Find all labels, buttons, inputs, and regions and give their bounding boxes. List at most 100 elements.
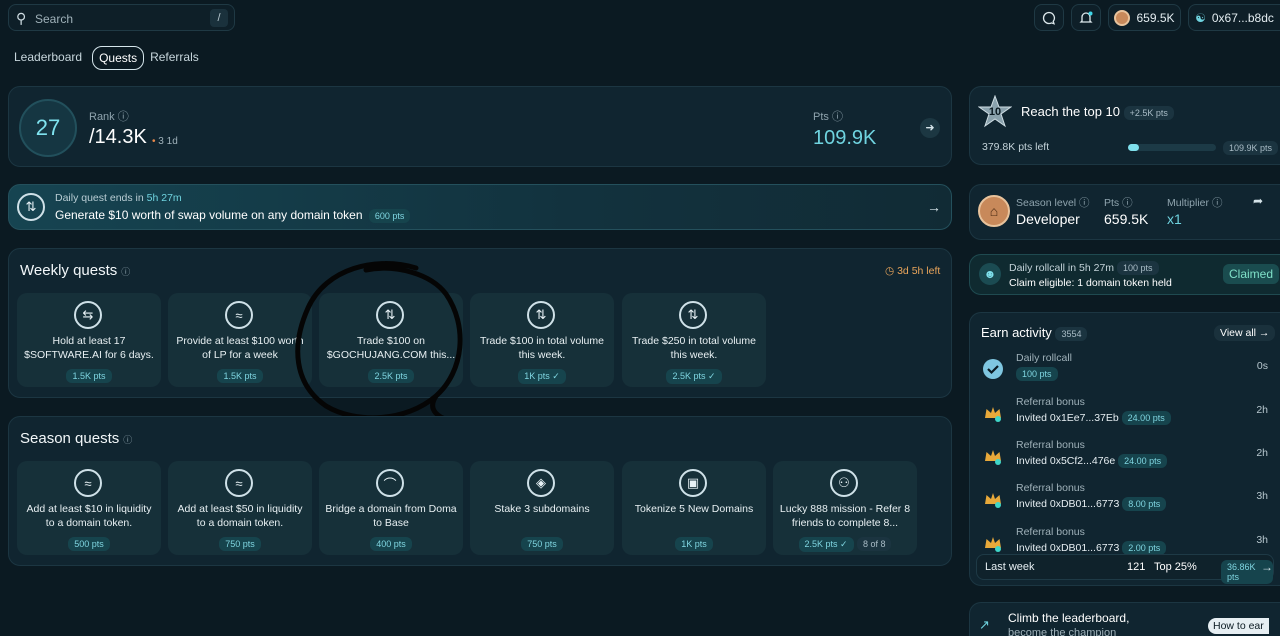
- users-icon: ⚇: [830, 469, 858, 497]
- daily-quest-title-text: Generate $10 worth of swap volume on any…: [55, 208, 363, 222]
- activity-pts: 100 pts: [1016, 367, 1058, 381]
- multiplier-label: Multiplier ⓘ: [1167, 195, 1222, 210]
- season-quest-tile[interactable]: ◈ Stake 3 subdomains 750 pts: [470, 461, 614, 555]
- earn-activity-count: 3554: [1055, 327, 1088, 341]
- top10-title: Reach the top 10 +2.5K pts: [1021, 104, 1174, 120]
- season-quest-tile[interactable]: ⌒ Bridge a domain from Doma to Base 400 …: [319, 461, 463, 555]
- liquidity-waves-icon: ≈: [225, 301, 253, 329]
- quest-pts: 2.5K pts ✓: [798, 537, 854, 552]
- bridge-icon: ⌒: [376, 469, 404, 497]
- quest-pts: 400 pts: [370, 537, 412, 551]
- tab-quests[interactable]: Quests: [92, 46, 145, 70]
- arrow-right-icon: →: [927, 199, 941, 215]
- balance-button[interactable]: 659.5K: [1108, 4, 1181, 31]
- weekly-quest-tile[interactable]: ⇅ Trade $250 in total volume this week. …: [622, 293, 766, 387]
- rank-change-dot: •: [152, 136, 156, 147]
- search-shortcut: /: [210, 9, 228, 27]
- quest-pts: 2.5K pts ✓: [666, 369, 722, 384]
- top10-pts-left: 379.8K pts left: [982, 141, 1050, 153]
- last-week-summary[interactable]: Last week 121 Top 25% 36.86K pts →: [976, 554, 1274, 584]
- tab-referrals[interactable]: Referrals: [148, 46, 205, 70]
- wallet-address: 0x67...b8dc: [1211, 10, 1274, 25]
- avatar-coin-icon: [1114, 9, 1131, 26]
- developer-house-icon: ⌂: [978, 195, 1010, 227]
- share-icon[interactable]: ➦: [1253, 194, 1263, 208]
- view-all-button[interactable]: View all →: [1214, 325, 1276, 341]
- season-pts-value: 659.5K: [1104, 211, 1149, 227]
- activity-pts: 8.00 pts: [1122, 497, 1167, 511]
- daily-quest-title: Generate $10 worth of swap volume on any…: [55, 208, 411, 223]
- quest-title: Lucky 888 mission - Refer 8 friends to c…: [779, 503, 911, 529]
- activity-row[interactable]: Referral bonus Invited 0xDB01...6773 2.0…: [978, 526, 1274, 554]
- earn-activity-title-text: Earn activity: [981, 325, 1052, 340]
- wallet-button[interactable]: ☯ 0x67...b8dc: [1188, 4, 1280, 31]
- activity-time: 2h: [1256, 447, 1268, 459]
- activity-time: 2h: [1256, 404, 1268, 416]
- info-icon: ⓘ: [831, 111, 843, 123]
- rank-change: • 3 1d: [152, 136, 178, 147]
- activity-detail: Invited 0xDB01...6773 2.00 pts: [1016, 541, 1167, 554]
- activity-detail-text: Invited 0xDB01...6773: [1016, 498, 1120, 510]
- pts-label: Pts ⓘ: [813, 108, 843, 124]
- chat-button[interactable]: [1034, 4, 1064, 31]
- activity-time: 3h: [1256, 490, 1268, 502]
- quest-pts-wrap: 750 pts: [168, 536, 312, 551]
- quest-title: Bridge a domain from Doma to Base: [325, 503, 457, 529]
- rollcall-prefix: Daily rollcall in: [1009, 262, 1077, 274]
- season-quest-tile[interactable]: ≈ Add at least $50 in liquidity to a dom…: [168, 461, 312, 555]
- search-placeholder: Search: [35, 12, 74, 26]
- quest-pts-wrap: 2.5K pts ✓: [622, 368, 766, 384]
- activity-category: Referral bonus: [1016, 482, 1085, 494]
- notifications-button[interactable]: [1071, 4, 1101, 31]
- daily-quest-banner[interactable]: ⇅ Daily quest ends in 5h 27m Generate $1…: [8, 184, 952, 230]
- activity-row[interactable]: Referral bonus Invited 0x5Cf2...476e 24.…: [978, 439, 1274, 479]
- daily-quest-ends-time: 5h 27m: [146, 192, 182, 204]
- activity-detail: Invited 0x5Cf2...476e 24.00 pts: [1016, 454, 1168, 468]
- quest-pts: 750 pts: [219, 537, 261, 551]
- chat-icon: [1042, 11, 1056, 25]
- weekly-time-left: ◷ 3d 5h left: [885, 265, 940, 277]
- star-badge-number: 10: [988, 106, 1002, 118]
- activity-detail: Invited 0x1Ee7...37Eb 24.00 pts: [1016, 411, 1171, 425]
- claimed-status-button[interactable]: Claimed: [1223, 264, 1280, 284]
- activity-row[interactable]: Referral bonus Invited 0x1Ee7...37Eb 24.…: [978, 396, 1274, 436]
- season-quest-tile[interactable]: ⚇ Lucky 888 mission - Refer 8 friends to…: [773, 461, 917, 555]
- pts-label-text: Pts: [813, 111, 829, 123]
- bell-icon: [1079, 11, 1093, 23]
- last-week-top: Top 25%: [1154, 561, 1197, 573]
- tab-leaderboard[interactable]: Leaderboard: [8, 46, 88, 70]
- crown-icon: [985, 407, 1001, 422]
- rank-arrow-button[interactable]: ➜: [920, 118, 940, 138]
- weekly-quest-tile[interactable]: ⇅ Trade $100 in total volume this week. …: [470, 293, 614, 387]
- activity-detail: Invited 0xDB01...6773 8.00 pts: [1016, 497, 1167, 511]
- rank-label: Rank ⓘ: [89, 108, 129, 124]
- weekly-quest-tile[interactable]: ⇆ Hold at least 17 $SOFTWARE.AI for 6 da…: [17, 293, 161, 387]
- quest-pts: 1K pts: [675, 537, 713, 551]
- weekly-quests-title: Weekly quests ⓘ: [20, 262, 130, 279]
- activity-category: Daily rollcall: [1016, 352, 1073, 364]
- clock-icon: ◷: [885, 265, 895, 277]
- daily-quest-ends-prefix: Daily quest ends in: [55, 192, 144, 204]
- balance-value: 659.5K: [1136, 10, 1175, 25]
- season-quests-panel: Season quests ⓘ ≈ Add at least $10 in liq…: [8, 416, 952, 566]
- season-quests-title: Season quests ⓘ: [20, 430, 132, 447]
- quest-pts-wrap: 2.5K pts ✓ 8 of 8: [773, 536, 917, 552]
- season-quest-tile[interactable]: ▣ Tokenize 5 New Domains 1K pts: [622, 461, 766, 555]
- quest-pts-wrap: 1K pts ✓: [470, 368, 614, 384]
- activity-row[interactable]: Referral bonus Invited 0xDB01...6773 8.0…: [978, 482, 1274, 522]
- activity-row[interactable]: Daily rollcall 100 pts 0s: [978, 352, 1274, 392]
- season-quest-tile[interactable]: ≈ Add at least $10 in liquidity to a dom…: [17, 461, 161, 555]
- last-week-count: 121: [1127, 561, 1146, 573]
- trending-up-icon: ↗: [979, 617, 990, 632]
- multiplier-label-text: Multiplier: [1167, 197, 1210, 209]
- rank-label-text: Rank: [89, 111, 115, 123]
- activity-category: Referral bonus: [1016, 396, 1085, 408]
- weekly-time-left-text: 3d 5h left: [897, 265, 941, 277]
- search-bar[interactable]: ⚲ Search /: [8, 4, 235, 31]
- swap-icon: ⇅: [527, 301, 555, 329]
- season-level-value: Developer: [1016, 211, 1080, 227]
- rank-number: 27: [19, 99, 77, 157]
- quest-pts-wrap: 500 pts: [17, 536, 161, 551]
- how-to-earn-button[interactable]: How to ear: [1208, 618, 1269, 634]
- crown-icon: [985, 450, 1001, 465]
